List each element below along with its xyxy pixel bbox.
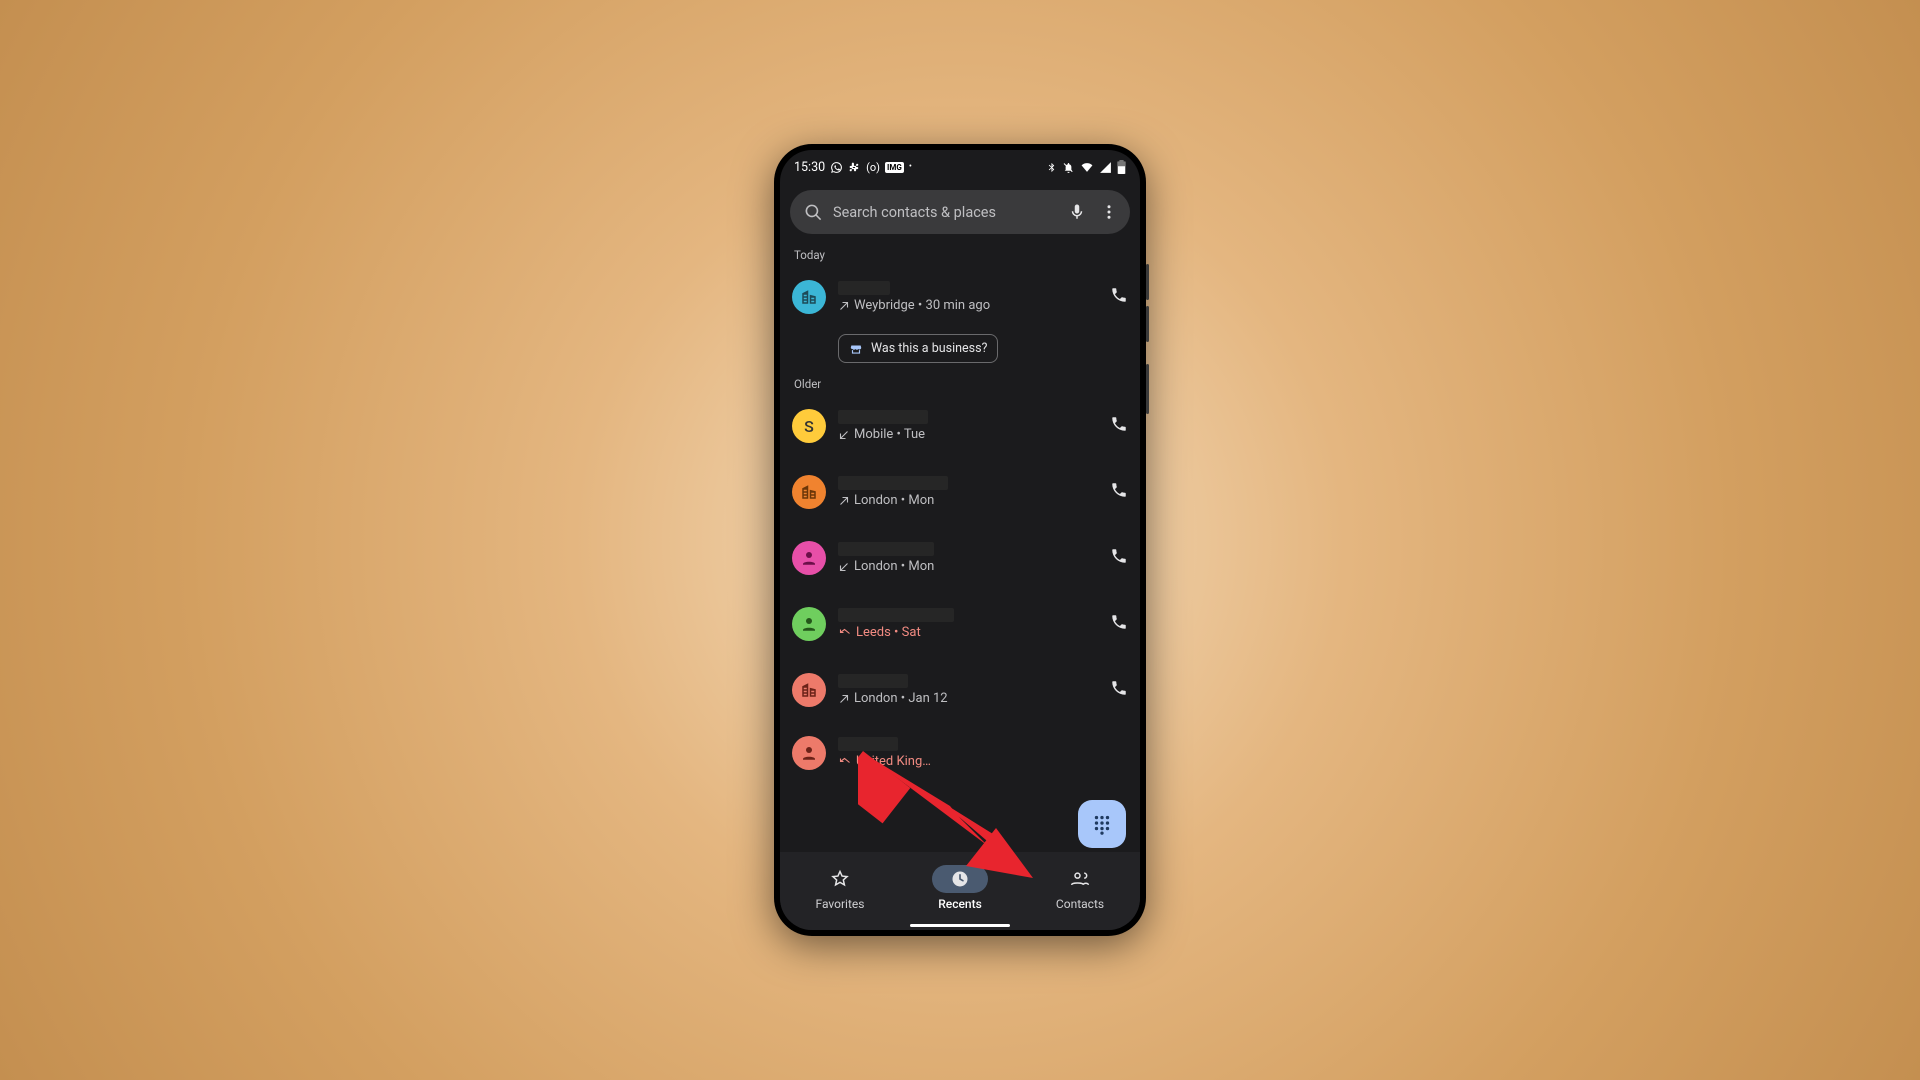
call-button[interactable] [1110, 679, 1128, 701]
contact-name-redacted [838, 281, 890, 295]
search-placeholder: Search contacts & places [833, 204, 1058, 221]
status-time: 15:30 [794, 160, 825, 175]
avatar-business [792, 475, 826, 509]
call-row[interactable]: United King… [780, 723, 1140, 783]
avatar-person [792, 541, 826, 575]
people-icon [1069, 869, 1091, 889]
call-row[interactable]: S Mobile • Tue [780, 393, 1140, 459]
call-button[interactable] [1110, 613, 1128, 635]
contact-name-redacted [838, 674, 908, 688]
contact-name-redacted [838, 542, 934, 556]
call-row[interactable]: London • Mon [780, 459, 1140, 525]
dialpad-icon [1091, 813, 1113, 835]
nav-favorites[interactable]: Favorites [812, 865, 868, 911]
more-icon[interactable] [1100, 203, 1118, 221]
call-meta: London • Mon [854, 493, 934, 508]
whatsapp-icon [830, 161, 843, 174]
battery-icon [1117, 160, 1126, 174]
incoming-icon [838, 561, 850, 573]
call-row[interactable]: Weybridge • 30 min ago [780, 264, 1140, 330]
section-today: Today [780, 240, 1140, 264]
avatar-person [792, 736, 826, 770]
incoming-icon [838, 429, 850, 441]
mic-icon[interactable] [1068, 203, 1086, 221]
call-meta: Weybridge • 30 min ago [854, 298, 990, 313]
screen: 15:30 (o) IMG • Search contacts & places… [780, 150, 1140, 930]
business-chip[interactable]: Was this a business? [838, 334, 998, 363]
signal-icon [1099, 161, 1112, 174]
star-icon [830, 869, 850, 889]
volume-down-button [1146, 306, 1149, 342]
dialpad-fab[interactable] [1078, 800, 1126, 848]
slack-icon [848, 161, 861, 174]
bluetooth-icon [1046, 161, 1057, 174]
contact-name-redacted [838, 737, 898, 751]
call-button[interactable] [1110, 547, 1128, 569]
call-meta: London • Jan 12 [854, 691, 948, 706]
call-row[interactable]: London • Mon [780, 525, 1140, 591]
power-button [1146, 364, 1149, 414]
call-row[interactable]: Leeds • Sat [780, 591, 1140, 657]
background: 15:30 (o) IMG • Search contacts & places… [0, 0, 1920, 1080]
nav-recents[interactable]: Recents [932, 865, 988, 911]
call-meta: United King… [856, 754, 931, 769]
do-not-disturb-icon [1062, 161, 1075, 174]
avatar-letter: S [792, 409, 826, 443]
phone-frame: 15:30 (o) IMG • Search contacts & places… [774, 144, 1146, 936]
missed-icon [838, 627, 852, 639]
dot-icon: • [909, 162, 912, 172]
call-meta: London • Mon [854, 559, 934, 574]
clock-icon [950, 869, 970, 889]
avatar-person [792, 607, 826, 641]
nav-label: Favorites [816, 897, 865, 911]
call-meta: Leeds • Sat [856, 625, 921, 640]
call-button[interactable] [1110, 481, 1128, 503]
outgoing-icon [838, 495, 850, 507]
nav-label: Contacts [1056, 897, 1104, 911]
nav-label: Recents [938, 897, 982, 911]
wifi-icon [1080, 161, 1094, 174]
chip-label: Was this a business? [871, 341, 987, 356]
call-row[interactable]: London • Jan 12 [780, 657, 1140, 723]
avatar-business [792, 673, 826, 707]
home-indicator[interactable] [910, 924, 1010, 928]
volume-up-button [1146, 264, 1149, 300]
call-button[interactable] [1110, 286, 1128, 308]
bottom-nav: Favorites Recents Contacts [780, 852, 1140, 930]
contact-name-redacted [838, 476, 948, 490]
search-bar[interactable]: Search contacts & places [790, 190, 1130, 234]
search-icon [804, 203, 823, 222]
section-older: Older [780, 369, 1140, 393]
storefront-icon [849, 342, 863, 356]
contact-name-redacted [838, 410, 928, 424]
status-badge: (o) [866, 161, 880, 174]
avatar-business [792, 280, 826, 314]
call-meta: Mobile • Tue [854, 427, 925, 442]
status-img-chip: IMG [885, 162, 904, 173]
contact-name-redacted [838, 608, 954, 622]
outgoing-icon [838, 300, 850, 312]
call-button[interactable] [1110, 415, 1128, 437]
outgoing-icon [838, 693, 850, 705]
missed-icon [838, 756, 852, 768]
status-bar: 15:30 (o) IMG • [780, 150, 1140, 180]
nav-contacts[interactable]: Contacts [1052, 865, 1108, 911]
